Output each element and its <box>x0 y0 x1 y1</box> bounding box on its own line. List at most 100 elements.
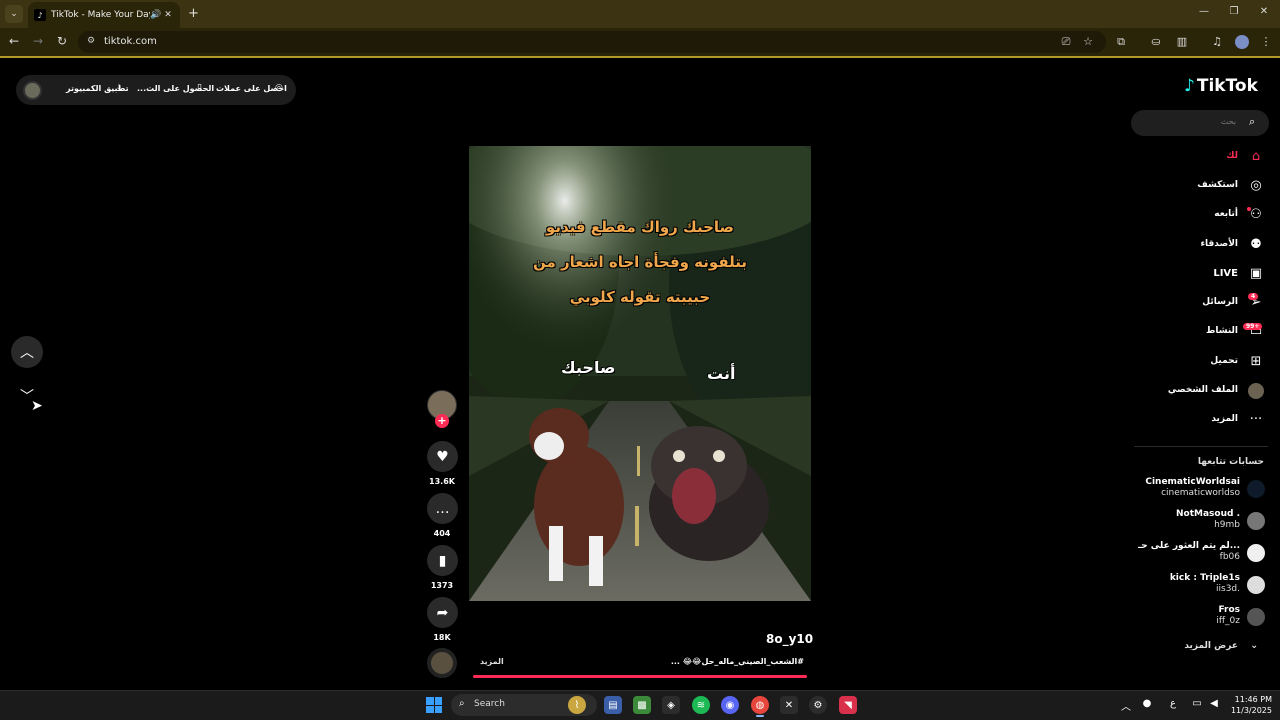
caption-more-link[interactable]: المزيد <box>480 657 504 666</box>
like-heart-icon[interactable]: ♥ <box>427 441 458 472</box>
close-window-icon[interactable]: ✕ <box>1254 6 1274 17</box>
app-red-icon[interactable]: ◥ <box>839 696 857 714</box>
like-count: 13.6K <box>429 477 455 486</box>
video-player[interactable]: صاحبك رواك مقطع فيديو بتلفونه وفجأة اجاه… <box>469 146 811 601</box>
account-name: kick : Triple1s <box>1169 573 1240 583</box>
sidebar-icon[interactable]: ▥ <box>1175 35 1189 49</box>
nav-label: الملف الشخصي <box>1167 385 1238 395</box>
keyboard-language[interactable]: ع <box>1166 698 1180 709</box>
search-highlight-icon[interactable]: ⌇ <box>568 696 586 714</box>
nav-friends[interactable]: الأصدقاء ⚉ <box>1140 235 1268 257</box>
more-icon: ··· <box>1249 412 1263 427</box>
cast-icon[interactable]: ⎚ <box>1059 35 1073 49</box>
mouse-cursor-icon: ➤ <box>31 398 43 414</box>
home-icon: ⌂ <box>1251 149 1261 164</box>
tiktok-note-icon: ♪ <box>1184 76 1195 96</box>
activity-badge: 99+ <box>1243 323 1263 330</box>
spotify-icon[interactable]: ≋ <box>692 696 710 714</box>
follow-plus-icon[interactable]: + <box>435 414 449 428</box>
media-icon[interactable]: ♫ <box>1210 35 1224 49</box>
upload-icon: ⊞ <box>1250 354 1262 369</box>
volume-icon[interactable]: ◀ <box>1207 698 1221 709</box>
account-name: Fros <box>1218 605 1240 615</box>
account-username: iff_0z <box>1216 616 1240 626</box>
reload-icon[interactable]: ↻ <box>54 34 70 48</box>
close-tab-icon[interactable]: ✕ <box>162 10 174 20</box>
followed-account[interactable]: لم يتم العثور على حـ... fb06 <box>1134 541 1268 569</box>
account-username: fb06 <box>1219 552 1240 562</box>
nav-live[interactable]: LIVE ▣ <box>1140 264 1268 286</box>
new-tab-button[interactable]: + <box>188 6 199 21</box>
video-frame <box>469 146 811 601</box>
browser-tab[interactable]: ♪ TikTok - Make Your Day 🔊 ✕ <box>28 2 180 28</box>
bookmark-icon[interactable]: ▮ <box>427 545 458 576</box>
video-author[interactable]: 8o_y10 <box>766 632 813 646</box>
previous-video-button[interactable]: ︿ <box>11 336 43 368</box>
back-icon[interactable]: ← <box>6 34 22 48</box>
nav-label: استكشف <box>1197 180 1238 190</box>
account-name: لم يتم العثور على حـ... <box>1138 541 1240 551</box>
followed-account[interactable]: NotMasoud . h9mb <box>1134 509 1268 537</box>
nav-following[interactable]: أتابعه ⚇ <box>1140 205 1268 227</box>
steam-icon[interactable]: ⚙ <box>809 696 827 714</box>
discord-icon[interactable]: ◉ <box>721 696 739 714</box>
share-icon[interactable]: ➦ <box>427 597 458 628</box>
chevron-down-icon[interactable]: ⌄ <box>1250 640 1258 651</box>
get-app-link[interactable]: الحصول على الت... <box>137 84 214 93</box>
nav-upload[interactable]: تحميل ⊞ <box>1140 352 1268 374</box>
system-clock[interactable]: 11:46 PM 11/3/2025 <box>1226 694 1272 716</box>
tiktok-logo[interactable]: ♪ TikTok <box>1184 76 1258 96</box>
account-username: h9mb <box>1214 520 1240 530</box>
account-username: cinematicworldso <box>1161 488 1240 498</box>
see-more-link[interactable]: عرض المزيد <box>1180 641 1238 651</box>
profile-switch-icon[interactable]: ⛀ <box>1149 35 1163 49</box>
nav-profile[interactable]: الملف الشخصي <box>1140 381 1268 403</box>
browser-avatar[interactable] <box>1235 35 1249 49</box>
site-info-icon[interactable]: ⚙ <box>87 36 95 46</box>
nav-more[interactable]: المزيد ··· <box>1140 410 1268 432</box>
xbox-icon[interactable]: ✕ <box>780 696 798 714</box>
file-explorer-icon[interactable]: ▤ <box>604 696 622 714</box>
nav-explore[interactable]: استكشف ◎ <box>1140 176 1268 198</box>
forward-icon[interactable]: → <box>30 34 46 48</box>
account-name: CinematicWorldsai <box>1145 477 1240 487</box>
comment-count: 404 <box>433 529 451 538</box>
account-name: NotMasoud . <box>1176 509 1240 519</box>
messages-badge: 4 <box>1248 293 1259 300</box>
followed-account[interactable]: Fros iff_0z <box>1134 605 1268 633</box>
nav-label: LIVE <box>1213 268 1238 279</box>
tray-chevron-icon[interactable]: ︿ <box>1119 698 1133 713</box>
windows-start-icon[interactable] <box>426 697 442 713</box>
bookmark-star-icon[interactable]: ☆ <box>1081 35 1095 49</box>
minecraft-icon[interactable]: ▩ <box>633 696 651 714</box>
monitor-icon[interactable]: ▭ <box>1190 698 1204 709</box>
account-avatar <box>1247 576 1265 594</box>
app-cube-icon[interactable]: ◈ <box>662 696 680 714</box>
extensions-icon[interactable]: ⧉ <box>1114 35 1128 49</box>
tab-search-button[interactable]: ⌄ <box>5 5 23 23</box>
chrome-icon[interactable]: ◍ <box>751 696 769 714</box>
active-app-indicator <box>756 715 764 717</box>
search-icon[interactable]: ⌕ <box>1249 115 1255 129</box>
clock-date: 11/3/2025 <box>1230 706 1272 715</box>
url-text[interactable]: tiktok.com <box>104 36 157 47</box>
nav-activity[interactable]: النشاط ▭ 99+ <box>1140 322 1268 344</box>
user-avatar[interactable] <box>23 81 42 100</box>
logo-text: TikTok <box>1196 76 1258 96</box>
coin-icon: ◎ <box>275 83 283 93</box>
video-text-line-1: صاحبك رواك مقطع فيديو <box>545 218 735 236</box>
account-avatar <box>1247 480 1265 498</box>
address-bar[interactable] <box>78 31 1106 53</box>
nav-for-you[interactable]: لك ⌂ <box>1140 147 1268 169</box>
minimize-icon[interactable]: — <box>1194 6 1214 17</box>
music-disc-icon[interactable] <box>427 648 457 678</box>
microphone-icon[interactable]: ● <box>1140 698 1154 709</box>
followed-account[interactable]: CinematicWorldsai cinematicworldso <box>1134 477 1268 505</box>
nav-messages[interactable]: الرسائل ➢ 4 <box>1140 293 1268 315</box>
followed-account[interactable]: kick : Triple1s iis3d. <box>1134 573 1268 601</box>
video-progress-bar[interactable] <box>473 675 807 678</box>
speaker-icon[interactable]: 🔊 <box>150 10 162 20</box>
menu-kebab-icon[interactable]: ⋮ <box>1259 35 1273 49</box>
restore-icon[interactable]: ❐ <box>1224 6 1244 17</box>
comment-icon[interactable]: … <box>427 493 458 524</box>
